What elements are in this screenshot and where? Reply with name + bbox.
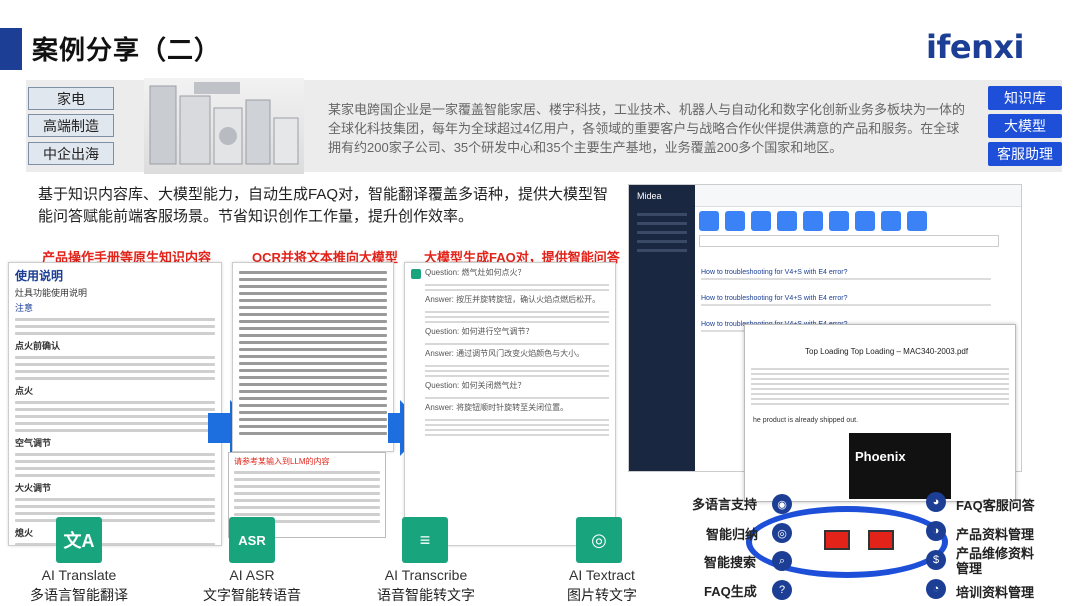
globe-icon: ◉ — [772, 494, 792, 514]
tool-sub-textract: 图片转文字 — [567, 587, 637, 603]
faq-a1: Answer: 按压并旋转旋钮，确认火焰点燃后松开。 — [425, 295, 601, 304]
tool-sub-transcribe: 语音智能转文字 — [377, 587, 475, 603]
knowledge-base-button[interactable]: 知识库 — [988, 86, 1062, 110]
appliances-image — [144, 78, 304, 174]
document-preview-window: Top Loading Top Loading – MAC340-2003.pd… — [744, 324, 1016, 502]
tool-name-textract: AI Textract — [569, 567, 635, 583]
left-red-block — [824, 530, 850, 550]
tag-appliance: 家电 — [28, 87, 114, 110]
training-icon: ◔ — [926, 579, 946, 599]
feature-training-docs: 培训资料管理 — [956, 585, 1035, 600]
faq-q2: Question: 如何进行空气调节？ — [425, 327, 534, 336]
manual-section-air: 空气调节 — [15, 438, 52, 448]
tool-name-transcribe: AI Transcribe — [384, 567, 468, 583]
right-red-block — [868, 530, 894, 550]
portal-icon-row — [699, 211, 927, 231]
feature-faq-generation: FAQ生成 — [704, 584, 757, 599]
search-icon: ⌕ — [772, 551, 792, 571]
tool-name-asr: AI ASR — [229, 567, 275, 583]
feature-faq-service: FAQ客服问答 — [956, 498, 1035, 513]
flow-arrow-1-stem — [208, 413, 232, 443]
manual-section-precheck: 点火前确认 — [15, 341, 61, 351]
manual-section-off: 熄火 — [15, 528, 34, 538]
manual-section-flame: 大火调节 — [15, 483, 52, 493]
page-title: 案例分享（二） — [32, 35, 222, 65]
feature-product-docs: 产品资料管理 — [956, 527, 1035, 542]
company-description: 某家电跨国企业是一家覆盖智能家居、楼宇科技，工业技术、机器人与自动化和数字化创新… — [328, 102, 966, 155]
feature-summarize: 智能归纳 — [706, 527, 759, 542]
headset-icon: ◕ — [926, 492, 946, 512]
product-doc-icon: ◑ — [926, 521, 946, 541]
title-accent-bar — [0, 28, 22, 70]
portal-result-2[interactable]: How to troubleshooting for V4+S with E4 … — [701, 295, 1001, 302]
feature-search: 智能搜索 — [704, 555, 757, 570]
tool-sub-translate: 多语言智能翻译 — [30, 587, 128, 603]
faq-a2: Answer: 通过调节风门改变火焰颜色与大小。 — [425, 349, 585, 358]
manual-section-ignite: 点火 — [15, 386, 34, 396]
faq-q1: Question: 燃气灶如何点火？ — [425, 268, 526, 277]
solution-summary: 基于知识内容库、大模型能力，自动生成FAQ对，智能翻译覆盖多语种，提供大模型智能… — [38, 186, 609, 225]
tag-high-end-manufacturing: 高端制造 — [28, 114, 114, 137]
feature-multilingual: 多语言支持 — [692, 497, 758, 512]
portal-brand: Midea — [637, 191, 662, 201]
faq-a3: Answer: 将旋钮顺时针旋转至关闭位置。 — [425, 403, 569, 412]
tool-name-translate: AI Translate — [41, 567, 117, 583]
dollar-icon: $ — [926, 550, 946, 570]
translate-icon: 文A — [56, 517, 102, 563]
product-image: Phoenix — [849, 433, 951, 499]
product-name: Phoenix — [855, 449, 906, 464]
asr-icon: ASR — [229, 517, 275, 563]
portal-topbar — [695, 185, 1021, 207]
service-assistant-button[interactable]: 客服助理 — [988, 142, 1062, 166]
llm-input-title: 请参考某输入到LLM的内容 — [234, 457, 330, 466]
ocr-text-document — [232, 262, 394, 452]
manual-subtitle: 灶具功能使用说明 — [15, 288, 88, 298]
faq-document: Question: 燃气灶如何点火？ Answer: 按压并旋转旋钮，确认火焰点… — [404, 262, 616, 546]
summarize-icon: ◎ — [772, 523, 792, 543]
faq-icon: ? — [772, 580, 792, 600]
chat-icon — [411, 269, 421, 279]
manual-section-note: 注意 — [15, 303, 34, 313]
manual-title: 使用说明 — [15, 269, 64, 283]
transcribe-icon: ≡ — [402, 517, 448, 563]
large-model-button[interactable]: 大模型 — [988, 114, 1062, 138]
tool-sub-asr: 文字智能转语音 — [203, 587, 301, 603]
manual-document: 使用说明 灶具功能使用说明 注意 点火前确认 点火 空气调节 大火调节 熄火 — [8, 262, 222, 546]
preview-doc-title: Top Loading Top Loading – MAC340-2003.pd… — [805, 347, 969, 356]
ifenxi-logo: ifenxi — [926, 28, 1024, 66]
faq-q3: Question: 如何关闭燃气灶？ — [425, 381, 526, 390]
feature-repair-docs: 产品维修资料管理 — [956, 546, 1035, 576]
tag-going-global: 中企出海 — [28, 142, 114, 165]
preview-shipped-note: he product is already shipped out. — [753, 417, 859, 424]
portal-search-input[interactable] — [699, 235, 999, 247]
ocr-icon: ◎ — [576, 517, 622, 563]
portal-result-1[interactable]: How to troubleshooting for V4+S with E4 … — [701, 269, 1001, 276]
portal-sidebar: Midea — [629, 185, 695, 471]
